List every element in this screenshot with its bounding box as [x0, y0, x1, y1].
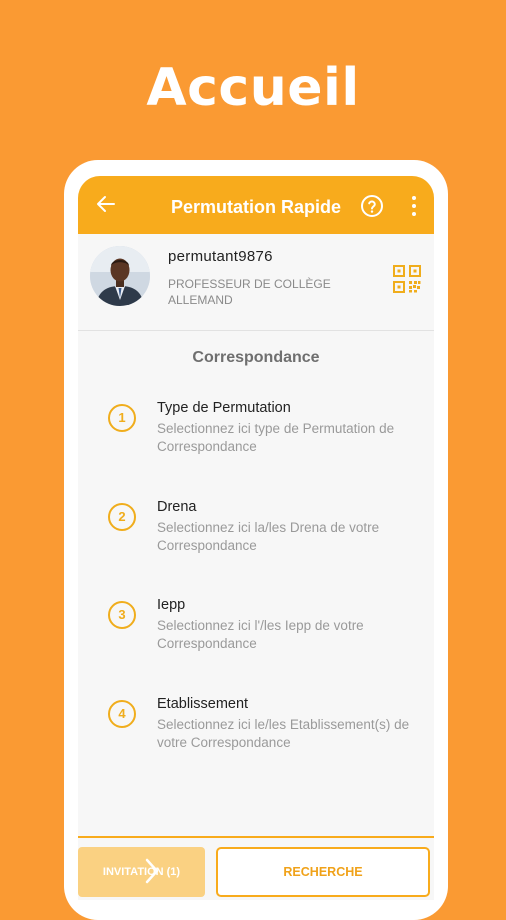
bottom-divider — [78, 836, 434, 838]
profile-username: permutant9876 — [168, 248, 273, 265]
step-number-badge: 2 — [108, 503, 136, 531]
profile-role: PROFESSEUR DE COLLÈGE ALLEMAND — [168, 276, 368, 308]
invitation-button[interactable]: INVITATION (1) — [78, 847, 205, 897]
step-number-badge: 4 — [108, 700, 136, 728]
help-circle-icon[interactable] — [360, 194, 384, 218]
step-description: Selectionnez ici type de Permutation de … — [157, 421, 395, 454]
step-title: Drena — [157, 499, 197, 515]
step-description: Selectionnez ici la/les Drena de votre C… — [157, 520, 380, 553]
recherche-button[interactable]: RECHERCHE — [216, 847, 430, 897]
avatar — [90, 246, 150, 306]
step-title: Etablissement — [157, 696, 249, 712]
page-headline: Accueil — [146, 58, 360, 118]
more-vertical-icon[interactable] — [408, 195, 420, 217]
step-description: Selectionnez ici l'/les Iepp de votre Co… — [157, 618, 364, 651]
qr-code-icon[interactable] — [392, 264, 422, 294]
app-screen: Permutation Rapide permutant9876 PROFESS… — [78, 176, 434, 900]
step-number-badge: 1 — [108, 404, 136, 432]
step-title: Iepp — [157, 597, 186, 613]
step-description: Selectionnez ici le/les Etablissement(s)… — [157, 717, 410, 750]
step-title: Type de Permutation — [157, 400, 291, 416]
step-number-badge: 3 — [108, 601, 136, 629]
chevron-right-icon — [145, 858, 159, 884]
profile-role-line2: ALLEMAND — [168, 293, 233, 307]
profile-role-line1: PROFESSEUR DE COLLÈGE — [168, 277, 331, 291]
profile-card: permutant9876 PROFESSEUR DE COLLÈGE ALLE… — [78, 234, 434, 331]
section-title: Correspondance — [192, 349, 320, 366]
app-bar: Permutation Rapide — [78, 176, 434, 234]
